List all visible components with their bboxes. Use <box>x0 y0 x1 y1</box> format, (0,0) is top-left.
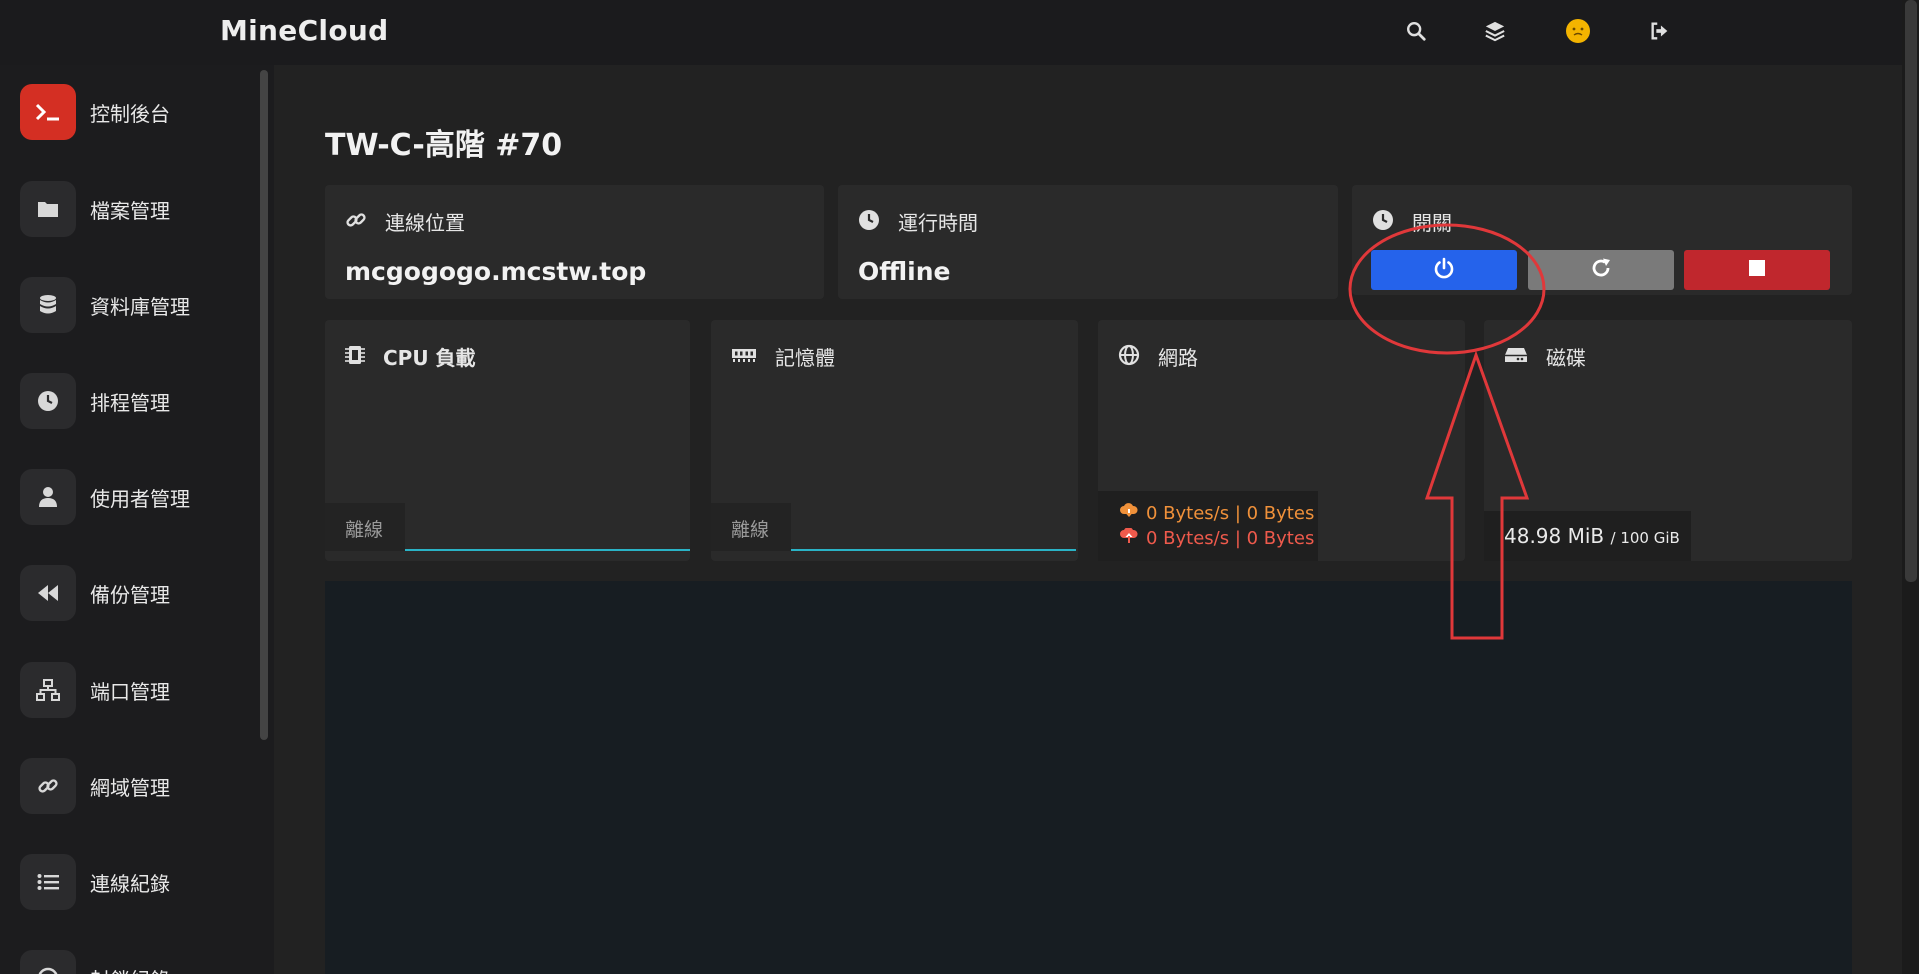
sidebar-item-schedules[interactable]: 排程管理 <box>20 373 255 429</box>
memory-status: 離線 <box>711 503 791 551</box>
memory-icon <box>731 346 757 368</box>
sidebar-item-domains[interactable]: 網域管理 <box>20 758 255 814</box>
hdd-icon <box>1504 346 1528 368</box>
logout-icon[interactable] <box>1645 16 1675 46</box>
folder-icon <box>20 181 76 237</box>
clock-icon <box>1372 209 1394 235</box>
console-output[interactable] <box>325 581 1852 974</box>
page-scrollbar[interactable] <box>1905 0 1917 582</box>
sidebar-item-backups[interactable]: 備份管理 <box>20 565 255 621</box>
sidebar-item-label: 連線紀錄 <box>90 871 170 896</box>
cpu-status: 離線 <box>325 503 405 551</box>
sidebar-item-label: 排程管理 <box>90 390 170 415</box>
sidebar-item-label: 封鎖紀錄 <box>90 964 170 974</box>
link-icon <box>345 209 367 235</box>
cloud-download-icon <box>1120 503 1138 524</box>
stop-button[interactable] <box>1684 250 1830 290</box>
sidebar-item-ban-logs[interactable]: 封鎖紀錄 <box>20 950 255 974</box>
sidebar-scrollbar[interactable] <box>260 70 268 740</box>
sidebar-item-ports[interactable]: 端口管理 <box>20 662 255 718</box>
address-value[interactable]: mcgogogo.mcstw.top <box>345 257 646 286</box>
start-button[interactable] <box>1371 250 1517 290</box>
sidebar-item-users[interactable]: 使用者管理 <box>20 469 255 525</box>
sidebar-item-files[interactable]: 檔案管理 <box>20 181 255 237</box>
memory-label: 記憶體 <box>775 346 835 370</box>
sidebar-item-label: 資料庫管理 <box>90 294 190 319</box>
upload-value: 0 Bytes/s | 0 Bytes <box>1146 528 1315 549</box>
sidebar-item-database[interactable]: 資料庫管理 <box>20 277 255 333</box>
cpu-label: CPU 負載 <box>383 346 476 370</box>
disk-usage: 48.98 MiB / 100 GiB <box>1484 511 1691 561</box>
ban-icon <box>20 950 76 974</box>
terminal-icon <box>20 84 76 140</box>
sidebar-item-console[interactable]: 控制後台 <box>20 84 255 140</box>
globe-icon <box>1118 344 1140 370</box>
search-icon[interactable] <box>1401 16 1431 46</box>
disk-label: 磁碟 <box>1546 346 1586 370</box>
stop-icon <box>1748 259 1766 281</box>
avatar[interactable] <box>1563 16 1593 46</box>
uptime-label: 運行時間 <box>898 211 978 235</box>
clock-icon <box>858 209 880 235</box>
top-navbar: MineCloud <box>0 0 1902 65</box>
sidebar-item-label: 控制後台 <box>90 101 170 126</box>
network-card: 網路 0 Bytes/s | 0 Bytes 0 Bytes/s | 0 Byt… <box>1098 320 1465 561</box>
brand-logo[interactable]: MineCloud <box>220 14 388 47</box>
memory-card: 記憶體 離線 <box>711 320 1078 561</box>
network-label: 網路 <box>1158 346 1198 370</box>
network-stats: 0 Bytes/s | 0 Bytes 0 Bytes/s | 0 Bytes <box>1098 491 1318 561</box>
clock-icon <box>20 373 76 429</box>
layers-icon[interactable] <box>1480 16 1510 46</box>
rewind-icon <box>20 565 76 621</box>
user-icon <box>20 469 76 525</box>
cloud-upload-icon <box>1120 527 1138 549</box>
uptime-card: 運行時間 Offline <box>838 185 1338 299</box>
disk-used: 48.98 MiB <box>1504 524 1605 548</box>
address-card: 連線位置 mcgogogo.mcstw.top <box>325 185 824 299</box>
page-title: TW-C-高階 #70 <box>325 128 563 163</box>
microchip-icon <box>345 344 365 370</box>
link-icon <box>20 758 76 814</box>
cpu-card: CPU 負載 離線 <box>325 320 690 561</box>
sidebar-item-connection-logs[interactable]: 連線紀錄 <box>20 854 255 910</box>
sidebar-item-label: 使用者管理 <box>90 486 190 511</box>
download-value: 0 Bytes/s | 0 Bytes <box>1146 503 1315 524</box>
power-label: 開關 <box>1412 211 1452 235</box>
sidebar-item-label: 網域管理 <box>90 775 170 800</box>
sidebar-item-label: 端口管理 <box>90 679 170 704</box>
uptime-value: Offline <box>858 257 951 286</box>
address-label: 連線位置 <box>385 211 465 235</box>
power-icon <box>1433 257 1455 283</box>
database-icon <box>20 277 76 333</box>
sidebar-item-label: 備份管理 <box>90 582 170 607</box>
sidebar-item-label: 檔案管理 <box>90 198 170 223</box>
disk-card: 磁碟 48.98 MiB / 100 GiB <box>1484 320 1852 561</box>
restart-button[interactable] <box>1528 250 1674 290</box>
list-icon <box>20 854 76 910</box>
disk-total: / 100 GiB <box>1610 529 1680 547</box>
network-icon <box>20 662 76 718</box>
redo-icon <box>1590 257 1612 283</box>
